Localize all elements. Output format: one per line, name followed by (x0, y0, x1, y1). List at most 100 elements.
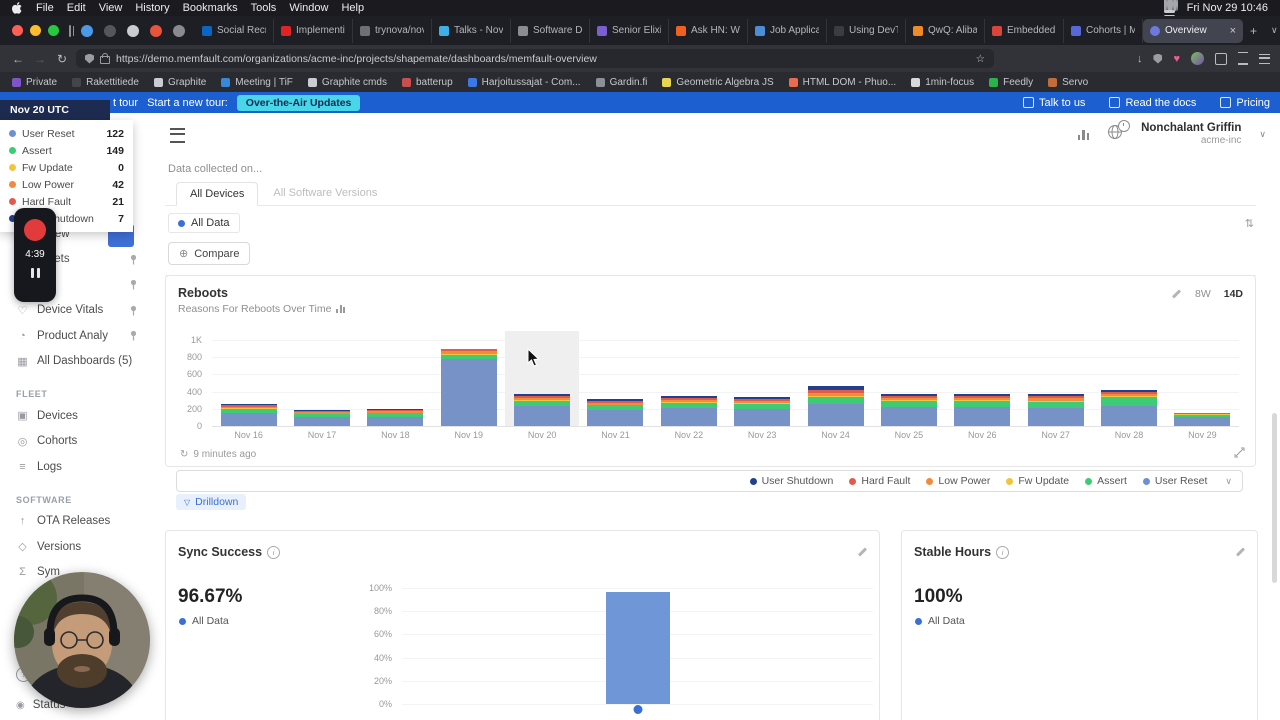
menubar-clock[interactable]: Fri Nov 29 10:46 (1187, 2, 1268, 14)
browser-tab-active[interactable]: Overview × (1143, 19, 1243, 43)
refresh-icon[interactable]: ↻ (180, 449, 188, 460)
usage-chart-icon[interactable] (1078, 128, 1090, 140)
legend-chevron-icon[interactable]: ∨ (1225, 476, 1232, 487)
reboot-bar[interactable] (285, 331, 358, 426)
menu-edit[interactable]: Edit (67, 2, 86, 14)
reboot-bar[interactable] (1166, 331, 1239, 426)
url-text[interactable]: https://demo.memfault.com/organizations/… (116, 53, 970, 65)
apple-icon[interactable] (12, 2, 23, 14)
reboot-bar[interactable] (872, 331, 945, 426)
browser-tab[interactable]: Social Recru (195, 19, 274, 43)
bookmark-item[interactable]: Servo (1048, 77, 1088, 88)
page-scrollbar[interactable] (1272, 413, 1277, 583)
legend-item[interactable]: User Shutdown (750, 475, 834, 487)
reboot-bar[interactable] (359, 331, 432, 426)
legend-item[interactable]: Hard Fault (849, 475, 910, 487)
pocket-heart-icon[interactable]: ♥ (1173, 53, 1180, 65)
timezone-globe-icon[interactable] (1107, 124, 1123, 145)
compare-button[interactable]: ⊕ Compare (168, 242, 250, 265)
menu-view[interactable]: View (99, 2, 123, 14)
pricing-link[interactable]: Pricing (1220, 97, 1270, 109)
bookmark-item[interactable]: 1min-focus (911, 77, 974, 88)
bookmark-item[interactable]: batterup (402, 77, 453, 88)
menu-window[interactable]: Window (289, 2, 328, 14)
pinned-tab[interactable] (150, 25, 162, 37)
menu-tools[interactable]: Tools (251, 2, 277, 14)
sidebar-nav-item[interactable]: ▦ All Dashboards (5) (0, 349, 150, 375)
reboot-bar[interactable] (652, 331, 725, 426)
tab-close-icon[interactable]: × (1230, 25, 1236, 37)
tracking-shield-icon[interactable] (85, 54, 94, 64)
menu-history[interactable]: History (135, 2, 169, 14)
pinned-tab[interactable] (173, 25, 185, 37)
edit-pencil-icon[interactable] (1234, 547, 1245, 558)
range-14d-button[interactable]: 14D (1224, 288, 1243, 300)
legend-item[interactable]: Assert (1085, 475, 1127, 487)
bookmark-item[interactable]: Graphite (154, 77, 206, 88)
close-window-button[interactable] (12, 25, 23, 36)
bookmark-item[interactable]: Gardin.fi (596, 77, 648, 88)
browser-tab[interactable]: Senior Elixir (590, 19, 669, 43)
pause-button[interactable] (31, 268, 40, 278)
menu-file[interactable]: File (36, 2, 54, 14)
forward-icon[interactable]: → (32, 52, 48, 66)
all-devices-tab[interactable]: All Devices (176, 182, 258, 206)
slider-handle[interactable] (633, 705, 642, 714)
download-icon[interactable]: ↓ (1137, 53, 1143, 65)
reboot-bar[interactable] (432, 331, 505, 426)
panel-icon[interactable] (1238, 52, 1248, 65)
bookmark-item[interactable]: HTML DOM - Phuo... (789, 77, 897, 88)
list-tabs-icon[interactable]: ∨ (1264, 25, 1280, 36)
read-docs-link[interactable]: Read the docs (1109, 97, 1196, 109)
bookmark-item[interactable]: Feedly (989, 77, 1033, 88)
pin-icon[interactable] (129, 305, 138, 316)
bookmark-item[interactable]: Rakettitiede (72, 77, 139, 88)
pin-icon[interactable] (129, 254, 138, 265)
extension-shield-icon[interactable] (1153, 54, 1162, 64)
reboot-bar[interactable] (946, 331, 1019, 426)
info-icon[interactable]: i (267, 546, 280, 559)
reboot-bar[interactable] (1019, 331, 1092, 426)
range-8w-button[interactable]: 8W (1195, 288, 1211, 300)
sync-success-bar[interactable] (606, 592, 670, 704)
sidebar-nav-item[interactable]: ◎ Cohorts (0, 429, 150, 455)
reboot-bar[interactable] (505, 331, 578, 426)
extensions-puzzle-icon[interactable] (1215, 53, 1227, 65)
browser-tab[interactable]: Using DevTo (827, 19, 906, 43)
talk-to-us-link[interactable]: Talk to us (1023, 97, 1085, 109)
bookmark-star-icon[interactable]: ☆ (976, 53, 985, 65)
reboot-bar[interactable] (726, 331, 799, 426)
browser-tab[interactable]: Cohorts | M (1064, 19, 1143, 43)
legend-item[interactable]: User Reset (1143, 475, 1208, 487)
menu-help[interactable]: Help (341, 2, 364, 14)
reload-icon[interactable]: ↻ (54, 52, 70, 66)
pin-icon[interactable] (129, 330, 138, 341)
browser-tab[interactable]: Talks - Nova (432, 19, 511, 43)
reboot-bar[interactable] (212, 331, 285, 426)
pin-icon[interactable] (129, 279, 138, 290)
lock-icon[interactable] (100, 56, 110, 64)
sidebar-nav-item[interactable]: ↑ OTA Releases (0, 509, 150, 535)
bookmark-item[interactable]: Private (12, 77, 57, 88)
expand-chart-icon[interactable] (1234, 447, 1245, 458)
new-tab-button[interactable]: + (1243, 24, 1264, 38)
collapse-filters-icon[interactable]: ⇅ (1245, 217, 1254, 230)
app-menu-icon[interactable] (1259, 54, 1270, 64)
legend-item[interactable]: Low Power (926, 475, 990, 487)
sidebar-nav-item[interactable]: ▣ Devices (0, 403, 150, 429)
bookmark-item[interactable]: Meeting | TiF (221, 77, 293, 88)
pinned-tab[interactable] (127, 25, 139, 37)
edit-pencil-icon[interactable] (856, 547, 867, 558)
menu-bookmarks[interactable]: Bookmarks (183, 2, 238, 14)
bluetooth-icon[interactable] (1176, 0, 1178, 11)
browser-tab[interactable]: QwQ: Alibab (906, 19, 985, 43)
reboot-legend-bar[interactable]: User Shutdown Hard Fault Low Power Fw Up… (176, 470, 1243, 492)
legend-item[interactable]: Fw Update (1006, 475, 1069, 487)
bookmark-item[interactable]: Graphite cmds (308, 77, 387, 88)
account-avatar[interactable] (1191, 52, 1204, 65)
browser-tab[interactable]: Embedded O (985, 19, 1064, 43)
account-chevron-icon[interactable]: ∨ (1259, 129, 1266, 140)
back-icon[interactable]: ← (10, 52, 26, 66)
sidebar-nav-item[interactable]: ≡ Logs (0, 454, 150, 480)
info-icon[interactable]: i (996, 546, 1009, 559)
